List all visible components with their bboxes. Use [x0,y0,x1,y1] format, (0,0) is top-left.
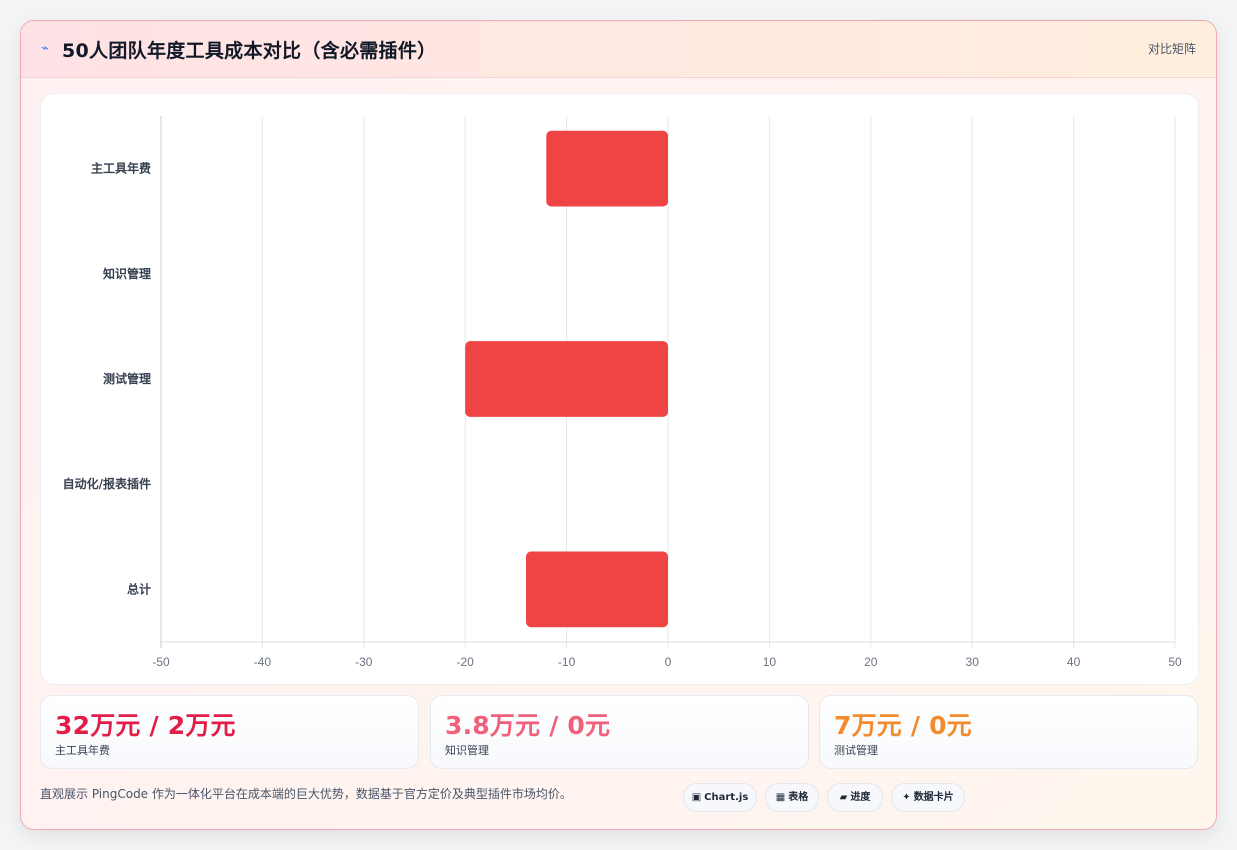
chartjs-pill[interactable]: ▣ Chart.js [683,783,757,812]
x-tick-label: 10 [763,655,777,669]
table-icon: ▦ [775,792,786,803]
progress-pill[interactable]: ▰ 进度 [827,783,883,812]
page-title: 50人团队年度工具成本对比（含必需插件） [62,40,437,62]
bar [546,130,668,207]
x-tick-label: -10 [558,655,576,669]
y-category-label: 自动化/报表插件 [63,476,151,491]
footer-note: 直观展示 PingCode 作为一体化平台在成本端的巨大优势，数据基于官方定价及… [40,787,572,801]
bar [526,551,668,628]
card-header: ⌁ 50人团队年度工具成本对比（含必需插件） 对比矩阵 [21,21,1216,78]
y-category-label: 主工具年费 [91,161,151,176]
cost-comparison-card: ⌁ 50人团队年度工具成本对比（含必需插件） 对比矩阵 -50 -40 -30 -20… [20,20,1217,830]
kpi-label: 知识管理 [445,744,489,757]
y-category-label: 总计 [127,581,151,596]
y-category-label: 知识管理 [102,266,151,281]
table-pill[interactable]: ▦ 表格 [765,783,819,812]
x-tick-label: 30 [966,655,980,669]
kpi-card-testing: 7万元 / 0元 测试管理 [819,695,1198,769]
x-tick-label: 40 [1067,655,1081,669]
kpi-label: 主工具年费 [55,744,110,757]
x-tick-label: 0 [665,655,672,669]
pill-label: 表格 [788,792,809,803]
x-tick-label: -20 [457,655,475,669]
pill-label: Chart.js [704,792,749,803]
data-card-pill[interactable]: ✦ 数据卡片 [891,783,965,812]
kpi-value: 7万元 / 0元 [834,711,972,740]
x-tick-label: -30 [355,655,373,669]
kpi-value: 32万元 / 2万元 [55,711,236,740]
lightning-icon: ⌁ [41,41,49,56]
bar-chart-panel: -50 -40 -30 -20 -10 0 10 20 30 40 50 主工具年费知识管理测试管理自… [40,93,1199,685]
kpi-label: 测试管理 [834,744,878,757]
cost-bar-chart: -50 -40 -30 -20 -10 0 10 20 30 40 50 主工具年费知识管理测试管理自… [63,116,1182,669]
pill-label: 数据卡片 [913,792,954,803]
pill-label: 进度 [850,792,871,803]
kpi-card-main-tool: 32万元 / 2万元 主工具年费 [40,695,419,769]
comparison-matrix-tag[interactable]: 对比矩阵 [1148,40,1196,57]
kpi-card-knowledge: 3.8万元 / 0元 知识管理 [430,695,809,769]
x-tick-label: -40 [254,655,272,669]
x-tick-label: -50 [152,655,170,669]
x-tick-label: 50 [1168,655,1182,669]
sparkle-icon: ✦ [902,792,911,803]
y-category-label: 测试管理 [103,371,151,386]
chart-icon: ▣ [691,792,702,803]
bar [465,341,668,417]
kpi-value: 3.8万元 / 0元 [445,711,611,740]
x-tick-label: 20 [864,655,878,669]
progress-icon: ▰ [839,792,848,803]
